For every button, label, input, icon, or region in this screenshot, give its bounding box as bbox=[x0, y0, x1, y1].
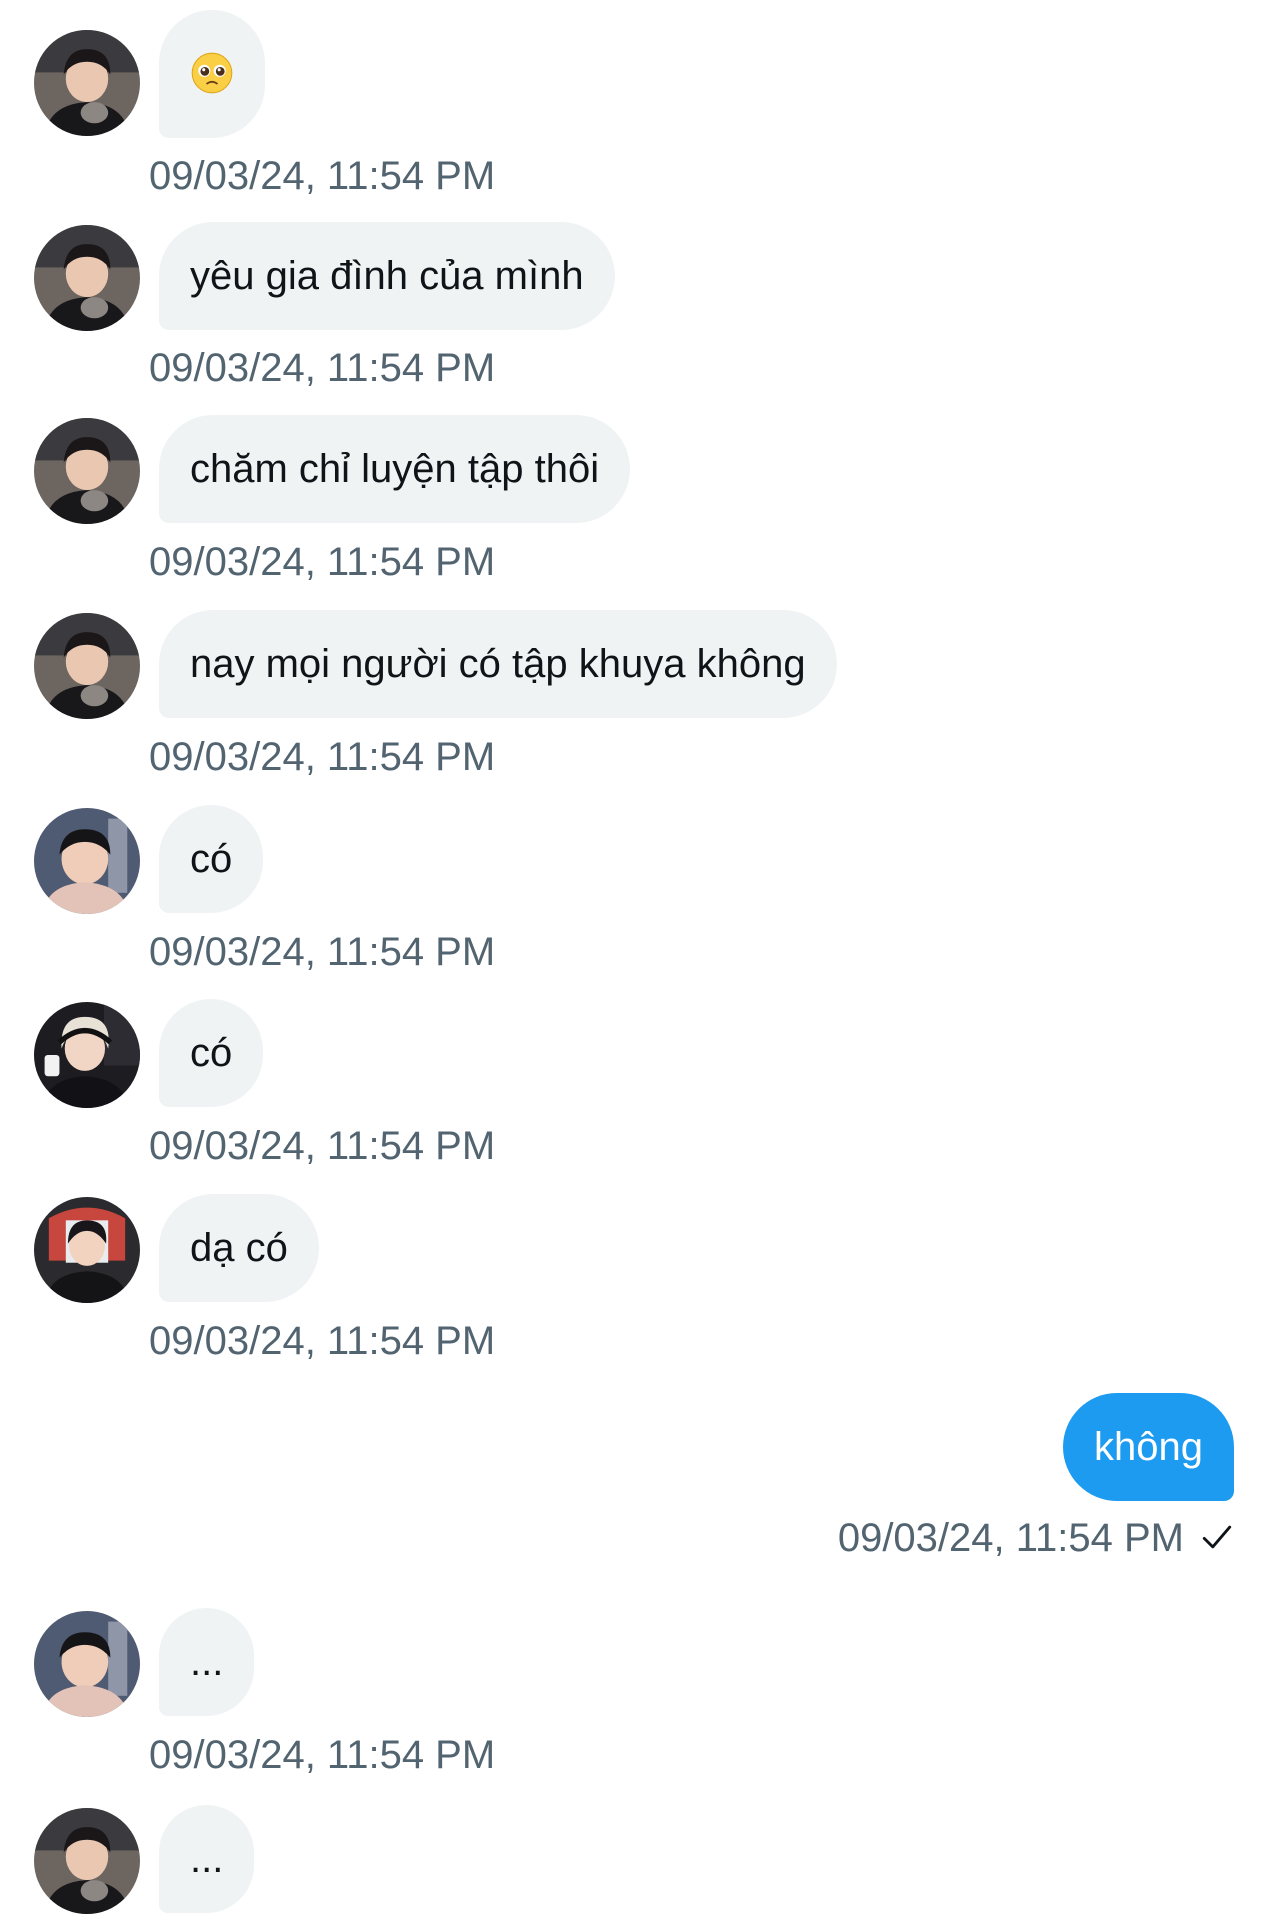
message-bubble[interactable] bbox=[159, 10, 265, 138]
timestamp: 09/03/24, 11:54 PM bbox=[149, 154, 496, 198]
avatar[interactable] bbox=[34, 808, 140, 914]
message-bubble[interactable]: dạ có bbox=[159, 1194, 319, 1302]
timestamp: 09/03/24, 11:54 PM bbox=[149, 540, 496, 584]
pleading-face-emoji bbox=[191, 53, 233, 94]
message-bubble[interactable]: ... bbox=[159, 1608, 255, 1716]
avatar[interactable] bbox=[34, 1611, 140, 1717]
check-icon bbox=[1202, 1526, 1232, 1549]
timestamp: 09/03/24, 11:54 PM bbox=[149, 735, 496, 779]
avatar[interactable] bbox=[34, 1197, 140, 1303]
avatar[interactable] bbox=[34, 613, 140, 719]
timestamp-text: 09/03/24, 11:54 PM bbox=[837, 1516, 1184, 1560]
avatar[interactable] bbox=[34, 418, 140, 524]
timestamp: 09/03/24, 11:54 PM bbox=[149, 1124, 496, 1168]
message-bubble[interactable]: nay mọi người có tập khuya không bbox=[159, 610, 837, 718]
message-bubble-outgoing[interactable]: không bbox=[1063, 1393, 1234, 1501]
timestamp: 09/03/24, 11:54 PM bbox=[149, 930, 496, 974]
message-bubble[interactable]: chăm chỉ luyện tập thôi bbox=[159, 415, 631, 523]
message-bubble[interactable]: yêu gia đình của mình bbox=[159, 222, 615, 330]
timestamp: 09/03/24, 11:54 PM bbox=[838, 1515, 1234, 1561]
message-thread: 09/03/24, 11:54 PM yêu gia đình của mình… bbox=[0, 0, 1271, 1920]
avatar[interactable] bbox=[34, 1808, 140, 1914]
message-bubble[interactable]: có bbox=[159, 805, 264, 913]
timestamp: 09/03/24, 11:54 PM bbox=[149, 346, 496, 390]
avatar[interactable] bbox=[34, 225, 140, 331]
timestamp: 09/03/24, 11:54 PM bbox=[149, 1319, 496, 1363]
timestamp: 09/03/24, 11:54 PM bbox=[149, 1733, 496, 1777]
message-bubble[interactable]: ... bbox=[159, 1805, 255, 1913]
avatar[interactable] bbox=[34, 30, 140, 136]
avatar[interactable] bbox=[34, 1002, 140, 1108]
message-bubble[interactable]: có bbox=[159, 999, 264, 1107]
